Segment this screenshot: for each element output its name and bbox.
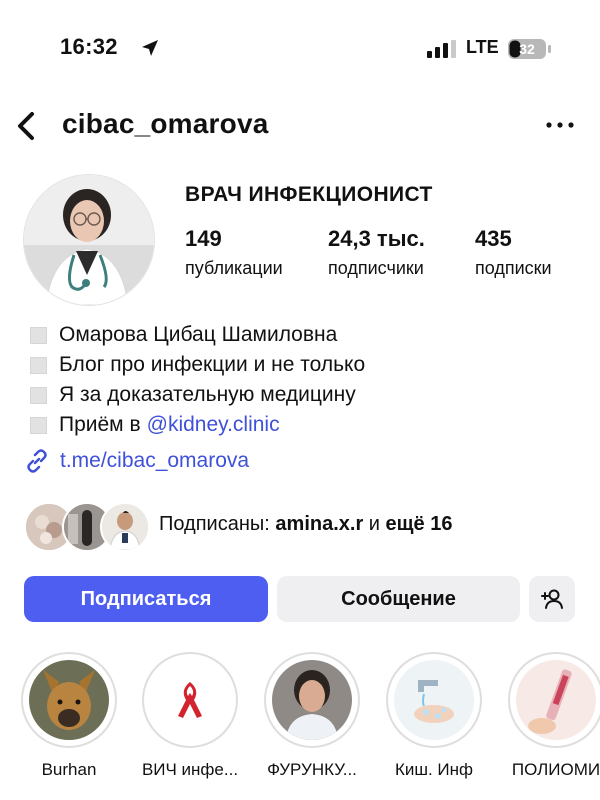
highlight-label: Киш. Инф <box>394 760 474 779</box>
highlight-ring <box>142 652 238 748</box>
stat-followers-label: подписчики <box>328 258 424 278</box>
stat-following-label: подписки <box>475 258 552 278</box>
highlight-ring <box>386 652 482 748</box>
profile-avatar[interactable] <box>24 175 154 305</box>
stat-following-value: 435 <box>475 226 512 251</box>
stat-posts-value: 149 <box>185 226 222 251</box>
highlight-ring <box>21 652 117 748</box>
stat-posts-label: публикации <box>185 258 283 278</box>
bio-line: Приём в @kidney.clinic <box>30 410 365 440</box>
cellular-signal-icon <box>427 40 456 58</box>
message-button[interactable]: Сообщение <box>277 576 520 622</box>
highlight-cover <box>394 660 474 740</box>
story-highlight[interactable]: Киш. Инф <box>384 652 484 780</box>
highlight-label: ВИЧ инфе... <box>141 760 239 779</box>
add-user-icon <box>541 589 563 609</box>
follow-button[interactable]: Подписаться <box>24 576 268 622</box>
bio-line: Омарова Цибац Шамиловна <box>30 320 365 350</box>
profile-external-link[interactable]: t.me/cibac_omarova <box>24 448 249 474</box>
bio-mention-link[interactable]: @kidney.clinic <box>147 410 280 440</box>
bullet-square-icon <box>30 356 47 374</box>
highlight-cover <box>150 660 230 740</box>
highlight-cover <box>29 660 109 740</box>
location-arrow-icon <box>142 40 158 56</box>
bio-text: Омарова Цибац Шамиловна <box>59 323 338 346</box>
bullet-square-icon <box>30 416 47 434</box>
profile-category-title: ВРАЧ ИНФЕКЦИОНИСТ <box>185 183 433 206</box>
story-highlight[interactable]: ФУРУНКУ... <box>262 652 362 780</box>
back-chevron-icon[interactable] <box>12 110 40 142</box>
stat-following[interactable]: 435 подписки <box>475 226 552 279</box>
highlight-ring <box>264 652 360 748</box>
battery-level: 32 <box>519 41 535 57</box>
bullet-square-icon <box>30 326 47 344</box>
highlight-cover <box>516 660 596 740</box>
link-text[interactable]: t.me/cibac_omarova <box>60 449 249 473</box>
followed-by-row[interactable]: Подписаны: amina.x.r и ещё 16 <box>24 502 584 552</box>
more-options-icon[interactable] <box>545 120 575 130</box>
stat-followers-value: 24,3 тыс. <box>328 226 425 251</box>
followed-by-conj: и <box>368 513 380 535</box>
story-highlight[interactable]: ПОЛИОМИ <box>506 652 600 780</box>
bio-text: Приём в <box>59 413 141 436</box>
story-highlight[interactable]: ВИЧ инфе... <box>140 652 240 780</box>
highlight-label: Burhan <box>41 760 97 779</box>
followed-by-more: ещё 16 <box>385 513 453 535</box>
story-highlight[interactable]: Burhan <box>19 652 119 780</box>
profile-bio: Омарова Цибац Шамиловна Блог про инфекци… <box>30 320 365 440</box>
followed-by-user: amina.x.r <box>275 513 364 535</box>
stat-followers[interactable]: 24,3 тыс. подписчики <box>328 226 425 279</box>
link-chain-icon <box>27 449 47 473</box>
suggest-users-button[interactable] <box>529 576 575 622</box>
highlight-label: ПОЛИОМИ <box>511 760 600 779</box>
profile-username: cibac_omarova <box>62 108 269 139</box>
highlight-ring <box>508 652 600 748</box>
highlight-label: ФУРУНКУ... <box>267 760 357 779</box>
highlight-cover <box>272 660 352 740</box>
follower-avatar <box>100 502 150 552</box>
network-type: LTE <box>466 37 499 57</box>
bio-line: Блог про инфекции и не только <box>30 350 365 380</box>
bio-text: Блог про инфекции и не только <box>59 353 366 376</box>
followed-by-text: Подписаны: amina.x.r и ещё 16 <box>159 513 452 536</box>
battery-icon: 32 <box>508 38 552 60</box>
bullet-square-icon <box>30 386 47 404</box>
status-time: 16:32 <box>60 34 118 59</box>
followed-by-prefix: Подписаны: <box>159 513 270 535</box>
bio-text: Я за доказательную медицину <box>59 383 356 406</box>
bio-line: Я за доказательную медицину <box>30 380 365 410</box>
stat-posts[interactable]: 149 публикации <box>185 226 283 279</box>
